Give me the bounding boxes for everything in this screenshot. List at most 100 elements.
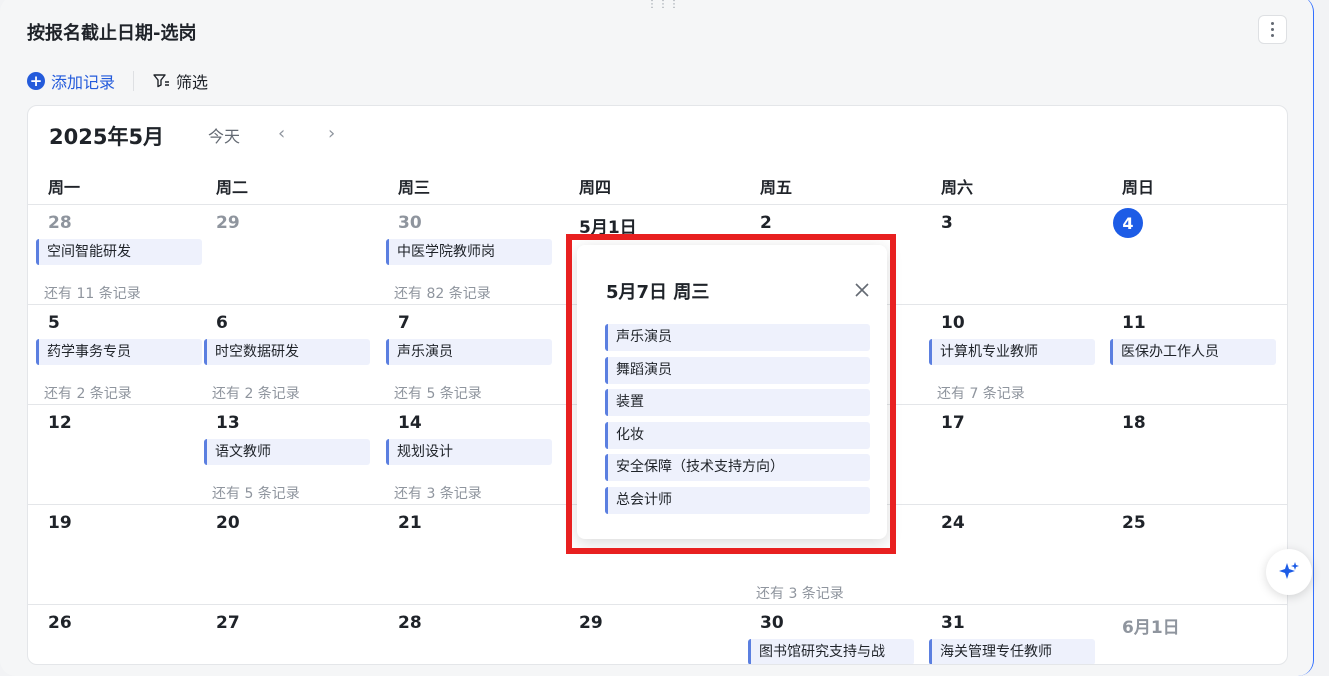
popup-event-item[interactable]: 安全保障（技术支持方向） [605,454,870,481]
day-cell[interactable]: 12 [28,405,196,505]
ai-assistant-button[interactable] [1266,549,1312,595]
day-cell[interactable]: 28 空间智能研发还有 11 条记录 [28,205,202,305]
day-cell[interactable]: 6 时空数据研发还有 2 条记录 [196,305,378,405]
day-number: 18 [1122,413,1146,433]
day-cell[interactable]: 29 [559,605,740,664]
day-cell[interactable]: 5 药学事务专员还有 2 条记录 [28,305,202,405]
popup-event-item[interactable]: 化妆 [605,421,870,449]
more-records-link[interactable]: 还有 3 条记录 [394,483,482,503]
more-records-link[interactable]: 还有 11 条记录 [44,283,141,303]
event-item[interactable]: 规划设计 [386,439,552,465]
day-cell[interactable]: 10 计算机专业教师还有 7 条记录 [921,305,1102,405]
plus-circle-icon: + [27,72,45,90]
more-records-link[interactable]: 还有 5 条记录 [212,483,300,503]
add-record-label: 添加记录 [51,73,116,92]
day-cell[interactable]: 28 [378,605,559,664]
view-title: 按报名截止日期-选岗 [27,23,197,44]
day-cell[interactable]: 18 [1102,405,1287,505]
day-number: 5月1日 [579,218,637,238]
day-number: 3 [941,213,953,233]
day-number: 10 [941,313,965,333]
day-number: 7 [398,313,410,333]
day-cell[interactable]: 19 [28,505,196,605]
day-cell[interactable]: 30 中医学院教师岗还有 82 条记录 [378,205,559,305]
calendar-header: 2025年5月 今天 ‹ › [28,106,1287,166]
day-number: 20 [216,513,240,533]
event-item[interactable]: 时空数据研发 [204,339,370,365]
add-record-button[interactable]: + 添加记录 [27,69,115,93]
weekday-label: 周五 [760,178,793,197]
day-cell[interactable]: 17 [921,405,1102,505]
day-number: 30 [760,613,784,633]
event-item[interactable]: 医保办工作人员 [1110,339,1276,365]
more-records-link[interactable]: 还有 3 条记录 [756,583,844,603]
weekday-label: 周三 [398,178,431,197]
day-cell[interactable]: 29 [196,205,378,305]
event-item[interactable]: 声乐演员 [386,339,552,365]
day-cell[interactable]: 14 规划设计 还有 3 条记录 [378,405,559,505]
prev-month-button[interactable]: ‹ [278,123,285,144]
weekday-label: 周四 [579,178,612,197]
day-cell[interactable]: 3 [921,205,1102,305]
close-icon[interactable] [853,281,871,299]
day-number: 25 [1122,513,1146,533]
day-cell[interactable]: 7 声乐演员还有 5 条记录 [378,305,559,405]
day-cell[interactable]: 31 海关管理专任教师 [921,605,1102,664]
event-item[interactable]: 语文教师 [204,439,370,465]
day-cell[interactable]: 24 [921,505,1102,605]
event-item[interactable]: 海关管理专任教师 [929,639,1095,664]
weekday-label: 周六 [941,178,974,197]
weekday-label: 周一 [48,178,81,197]
toolbar-divider [133,71,135,91]
day-number: 6 [216,313,228,333]
weekday-label: 周二 [216,178,249,197]
day-number: 29 [216,213,240,233]
day-number: 17 [941,413,965,433]
day-number: 26 [48,613,72,633]
drag-handle-icon[interactable]: ⋮⋮⋮ [647,0,679,12]
week-row: 26 27 28 29 30 图书馆研究支持与战 31 海关管理专任教师 6月1日 [28,604,1287,664]
day-cell[interactable]: 6月1日 [1102,605,1287,664]
day-number: 30 [398,213,422,233]
more-records-link[interactable]: 还有 7 条记录 [937,383,1025,403]
day-number: 28 [398,613,422,633]
more-records-link[interactable]: 还有 82 条记录 [394,283,491,303]
today-button[interactable]: 今天 [208,123,240,147]
day-cell[interactable]: 11 医保办工作人员 [1102,305,1287,405]
day-cell[interactable]: 26 [28,605,196,664]
day-cell[interactable]: 25 [1102,505,1287,605]
day-number: 5 [48,313,60,333]
day-number: 24 [941,513,965,533]
day-number: 12 [48,413,72,433]
event-item[interactable]: 空间智能研发 [36,239,202,265]
more-records-link[interactable]: 还有 2 条记录 [212,383,300,403]
day-number: 4 [1113,208,1143,238]
next-month-button[interactable]: › [328,123,335,144]
day-number: 6月1日 [1122,618,1180,638]
day-detail-popup: 5月7日 周三 声乐演员舞蹈演员装置化妆安全保障（技术支持方向） 总会计师 [577,245,887,539]
popup-event-item[interactable]: 装置 [605,389,870,416]
day-cell[interactable]: 4 [1102,205,1287,305]
day-cell[interactable]: 13 语文教师 还有 5 条记录 [196,405,378,505]
popup-title: 5月7日 周三 [606,282,710,303]
day-cell[interactable]: 20 [196,505,378,605]
day-number: 29 [579,613,603,633]
event-item[interactable]: 计算机专业教师 [929,339,1095,365]
more-records-link[interactable]: 还有 2 条记录 [44,383,132,403]
more-records-link[interactable]: 还有 5 条记录 [394,383,482,403]
day-cell[interactable]: 21 [378,505,559,605]
popup-event-item[interactable]: 总会计师 [605,486,870,514]
event-item[interactable]: 图书馆研究支持与战 [748,639,914,664]
event-item[interactable]: 药学事务专员 [36,339,202,365]
day-cell[interactable]: 30 图书馆研究支持与战 [740,605,921,664]
weekday-header: 周一 周二 周三 周四 周五 周六 周日 [28,170,1287,204]
popup-event-item[interactable]: 舞蹈演员 [605,356,870,384]
day-number: 28 [48,213,72,233]
day-number: 21 [398,513,422,533]
day-number: 27 [216,613,240,633]
popup-event-item[interactable]: 声乐演员 [605,324,870,351]
filter-button[interactable]: 筛选 [152,69,208,93]
event-item[interactable]: 中医学院教师岗 [386,239,552,265]
more-options-button[interactable] [1258,15,1287,44]
day-cell[interactable]: 27 [196,605,378,664]
